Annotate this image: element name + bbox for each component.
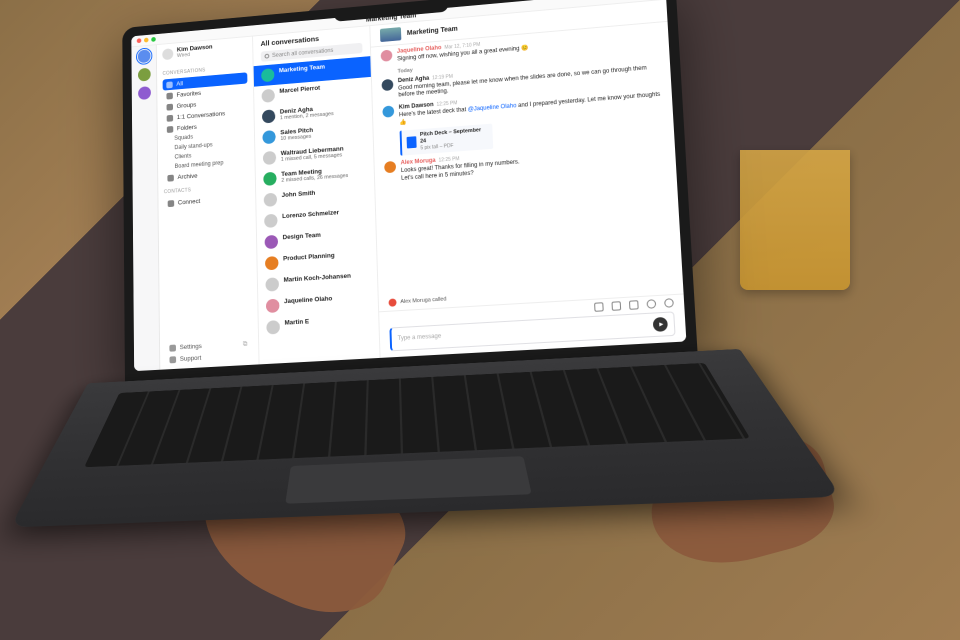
- conversation-list: All conversations Search all conversatio…: [253, 15, 381, 365]
- avatar: [382, 79, 394, 91]
- send-button[interactable]: [653, 317, 668, 332]
- workspace-avatar-2[interactable]: [137, 68, 150, 82]
- external-icon: ⧉: [243, 340, 249, 346]
- grid-icon: [166, 81, 172, 88]
- compose-placeholder: Type a message: [398, 334, 442, 342]
- workspace-avatar-1[interactable]: [137, 49, 150, 63]
- attachment-icon[interactable]: [629, 300, 639, 310]
- archive-icon: [167, 174, 174, 181]
- close-icon[interactable]: [137, 38, 142, 43]
- sidebar: Kim Dawson Wired Conversations All Favor…: [157, 25, 260, 369]
- phone-icon: [389, 298, 397, 306]
- window-controls[interactable]: [137, 37, 156, 43]
- search-placeholder: Search all conversations: [272, 48, 333, 59]
- avatar: [264, 214, 278, 228]
- group-avatar: [265, 235, 279, 249]
- avatar: [262, 109, 275, 123]
- minimize-icon[interactable]: [144, 38, 149, 43]
- avatar: [264, 193, 277, 207]
- group-avatar: [263, 172, 276, 186]
- trackpad: [285, 456, 531, 504]
- avatar: [262, 89, 275, 103]
- help-icon: [169, 356, 176, 363]
- avatar: [266, 299, 280, 313]
- folder-icon: [167, 126, 173, 133]
- person-icon: [167, 114, 173, 121]
- avatar: [266, 320, 280, 334]
- workspace-rail: [131, 34, 160, 371]
- camera-icon[interactable]: [646, 299, 656, 309]
- people-icon: [167, 103, 173, 110]
- screen-bezel: Marketing Team Kim Dawson Wired Conv: [122, 0, 697, 385]
- search-icon: [265, 54, 270, 59]
- group-avatar: [261, 68, 274, 82]
- chat-title: Marketing Team: [407, 25, 458, 36]
- expand-icon[interactable]: [594, 302, 604, 312]
- connect-icon: [168, 200, 175, 207]
- keys: [84, 363, 750, 467]
- app-window: Marketing Team Kim Dawson Wired Conv: [131, 0, 686, 371]
- gear-icon: [169, 344, 176, 351]
- emoji-icon[interactable]: [611, 301, 621, 311]
- call-icon[interactable]: [664, 298, 674, 308]
- avatar: [382, 106, 394, 118]
- chat-banner-image: [380, 27, 401, 42]
- workspace-avatar-3[interactable]: [138, 86, 151, 100]
- maximize-icon[interactable]: [151, 37, 156, 42]
- star-icon: [166, 92, 172, 99]
- chat-pane: Marketing Team Jaqueline OlahoMar 12, 7:…: [370, 0, 686, 358]
- attachment[interactable]: Pitch Deck – September 24 5 pix tall – P…: [400, 123, 494, 156]
- chat-body: Jaqueline OlahoMar 12, 7:10 PM Signing o…: [371, 22, 683, 296]
- avatar: [263, 151, 276, 165]
- avatar: [265, 277, 279, 291]
- group-avatar: [262, 130, 275, 144]
- user-avatar: [162, 48, 173, 60]
- nav-connect[interactable]: Connect: [164, 192, 250, 210]
- group-avatar: [265, 256, 279, 270]
- avatar: [384, 161, 396, 173]
- laptop: Marketing Team Kim Dawson Wired Conv: [86, 0, 799, 624]
- file-icon: [407, 136, 417, 148]
- avatar: [381, 50, 393, 62]
- current-user[interactable]: Kim Dawson Wired: [162, 41, 247, 60]
